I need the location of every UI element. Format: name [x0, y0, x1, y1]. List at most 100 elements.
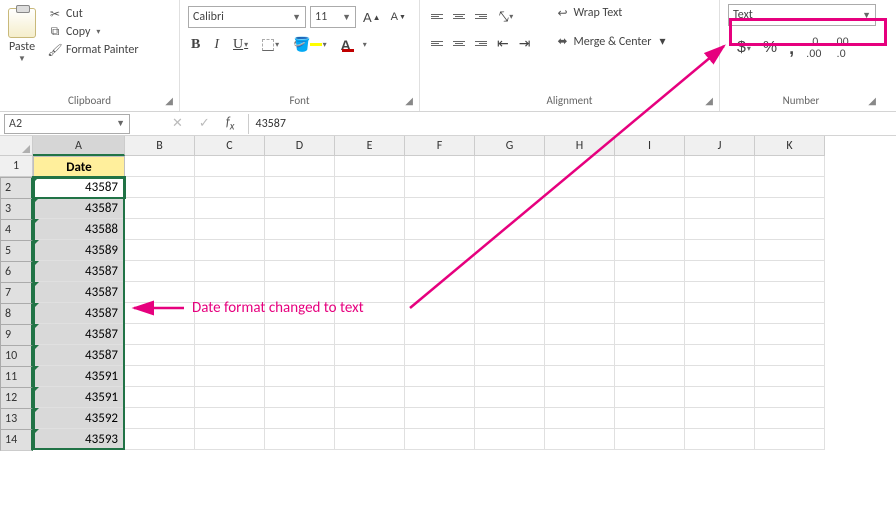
cell-F4[interactable] — [405, 219, 475, 240]
col-header-A[interactable]: A — [33, 136, 125, 156]
cell-H11[interactable] — [545, 366, 615, 387]
col-header-K[interactable]: K — [755, 136, 825, 156]
row-header-14[interactable]: 14 — [0, 429, 33, 451]
col-header-B[interactable]: B — [125, 136, 195, 156]
copy-button[interactable]: ⧉Copy▾ — [46, 24, 141, 40]
bold-button[interactable]: B — [188, 35, 203, 55]
cell-I12[interactable] — [615, 387, 685, 408]
cell-J3[interactable] — [685, 198, 755, 219]
cell-G1[interactable] — [475, 156, 545, 177]
cell-B13[interactable] — [125, 408, 195, 429]
cell-B10[interactable] — [125, 345, 195, 366]
cell-B4[interactable] — [125, 219, 195, 240]
cell-C5[interactable] — [195, 240, 265, 261]
cut-button[interactable]: ✂Cut — [46, 6, 141, 22]
cell-I7[interactable] — [615, 282, 685, 303]
cell-A5[interactable]: 43589 — [33, 240, 125, 261]
cell-A1[interactable]: Date — [33, 156, 125, 177]
cell-K10[interactable] — [755, 345, 825, 366]
cell-C12[interactable] — [195, 387, 265, 408]
fill-color-button[interactable]: 🪣▾ — [290, 34, 329, 55]
cell-F5[interactable] — [405, 240, 475, 261]
row-header-12[interactable]: 12 — [0, 387, 33, 409]
align-middle-button[interactable] — [450, 12, 468, 21]
cell-H13[interactable] — [545, 408, 615, 429]
cell-J11[interactable] — [685, 366, 755, 387]
cell-D8[interactable] — [265, 303, 335, 324]
cell-G8[interactable] — [475, 303, 545, 324]
cell-A8[interactable]: 43587 — [33, 303, 125, 324]
cell-B14[interactable] — [125, 429, 195, 450]
cell-G14[interactable] — [475, 429, 545, 450]
cell-H10[interactable] — [545, 345, 615, 366]
cell-I8[interactable] — [615, 303, 685, 324]
cell-G13[interactable] — [475, 408, 545, 429]
col-header-G[interactable]: G — [475, 136, 545, 156]
cell-E3[interactable] — [335, 198, 405, 219]
number-format-select[interactable]: Text▼ — [728, 4, 876, 26]
cell-D2[interactable] — [265, 177, 335, 198]
cell-H8[interactable] — [545, 303, 615, 324]
cell-H2[interactable] — [545, 177, 615, 198]
clipboard-dialog-launcher-icon[interactable]: ◢ — [165, 94, 173, 107]
cell-E13[interactable] — [335, 408, 405, 429]
cell-E10[interactable] — [335, 345, 405, 366]
font-name-select[interactable]: Calibri▼ — [188, 6, 306, 28]
cell-H9[interactable] — [545, 324, 615, 345]
row-header-3[interactable]: 3 — [0, 198, 33, 220]
cell-E14[interactable] — [335, 429, 405, 450]
cell-J2[interactable] — [685, 177, 755, 198]
align-center-button[interactable] — [450, 39, 468, 48]
align-left-button[interactable] — [428, 39, 446, 48]
alignment-dialog-launcher-icon[interactable]: ◢ — [705, 94, 713, 107]
cell-K14[interactable] — [755, 429, 825, 450]
cell-J7[interactable] — [685, 282, 755, 303]
col-header-E[interactable]: E — [335, 136, 405, 156]
cell-B11[interactable] — [125, 366, 195, 387]
cell-K4[interactable] — [755, 219, 825, 240]
row-header-2[interactable]: 2 — [0, 177, 33, 199]
cell-I5[interactable] — [615, 240, 685, 261]
cell-D4[interactable] — [265, 219, 335, 240]
orientation-button[interactable]: ⤡▾ — [494, 6, 516, 27]
decrease-indent-button[interactable]: ⇤ — [494, 33, 512, 54]
font-color-button[interactable]: A▾ — [338, 35, 370, 55]
cell-J14[interactable] — [685, 429, 755, 450]
cell-F10[interactable] — [405, 345, 475, 366]
cell-A3[interactable]: 43587 — [33, 198, 125, 219]
row-header-9[interactable]: 9 — [0, 324, 33, 346]
cell-K1[interactable] — [755, 156, 825, 177]
cell-A14[interactable]: 43593 — [33, 429, 125, 450]
cell-I6[interactable] — [615, 261, 685, 282]
cell-I1[interactable] — [615, 156, 685, 177]
cell-K8[interactable] — [755, 303, 825, 324]
cell-E1[interactable] — [335, 156, 405, 177]
cell-B3[interactable] — [125, 198, 195, 219]
cell-H14[interactable] — [545, 429, 615, 450]
cell-H6[interactable] — [545, 261, 615, 282]
formula-input[interactable]: 43587 — [248, 114, 896, 134]
cell-G9[interactable] — [475, 324, 545, 345]
row-header-7[interactable]: 7 — [0, 282, 33, 304]
cell-I11[interactable] — [615, 366, 685, 387]
cell-B9[interactable] — [125, 324, 195, 345]
cell-H1[interactable] — [545, 156, 615, 177]
cell-B12[interactable] — [125, 387, 195, 408]
col-header-F[interactable]: F — [405, 136, 475, 156]
cell-A13[interactable]: 43592 — [33, 408, 125, 429]
cell-J9[interactable] — [685, 324, 755, 345]
cell-K7[interactable] — [755, 282, 825, 303]
align-bottom-button[interactable] — [472, 12, 490, 21]
align-right-button[interactable] — [472, 39, 490, 48]
cell-I4[interactable] — [615, 219, 685, 240]
cell-I14[interactable] — [615, 429, 685, 450]
cell-D13[interactable] — [265, 408, 335, 429]
row-header-10[interactable]: 10 — [0, 345, 33, 367]
cell-F11[interactable] — [405, 366, 475, 387]
cell-C14[interactable] — [195, 429, 265, 450]
format-painter-button[interactable]: 🖌Format Painter — [46, 42, 141, 58]
cell-D3[interactable] — [265, 198, 335, 219]
enter-formula-icon[interactable]: ✓ — [191, 116, 218, 131]
cell-H5[interactable] — [545, 240, 615, 261]
cell-K11[interactable] — [755, 366, 825, 387]
